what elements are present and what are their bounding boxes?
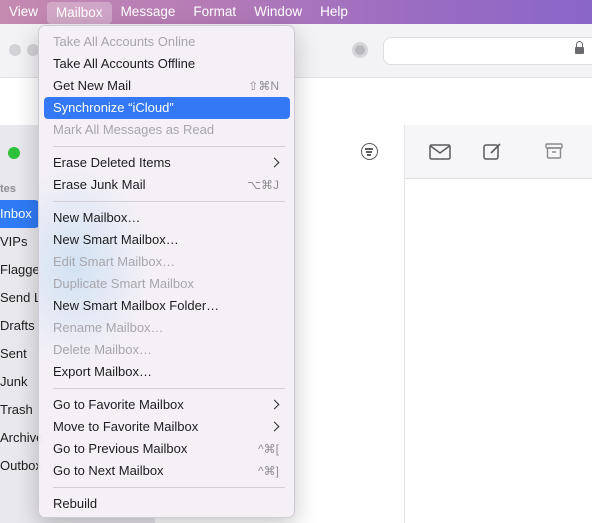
menu-message[interactable]: Message [112,0,185,24]
menu-item-rebuild[interactable]: Rebuild [44,493,290,515]
menu-item-label: New Smart Mailbox Folder… [53,298,220,313]
menu-item-new-smart-mailbox[interactable]: New Smart Mailbox… [44,229,290,251]
menu-item-get-new-mail[interactable]: Get New Mail ⇧⌘N [44,75,290,97]
menu-bar: View Mailbox Message Format Window Help [0,0,592,24]
shortcut-label: ^⌘[ [258,442,279,456]
window-zoom-button[interactable] [8,147,20,159]
address-bar[interactable] [383,37,592,65]
sidebar-item-junk[interactable]: Junk [0,368,27,396]
menu-item-export-mailbox[interactable]: Export Mailbox… [44,361,290,383]
shortcut-label: ⇧⌘N [248,79,279,93]
archive-icon[interactable] [545,143,563,159]
message-viewer [405,179,592,523]
menu-help[interactable]: Help [311,0,357,24]
menu-window[interactable]: Window [245,0,311,24]
menu-item-label: Go to Previous Mailbox [53,441,188,456]
menu-item-rename-mailbox: Rename Mailbox… [44,317,290,339]
menu-item-label: Rename Mailbox… [53,320,164,335]
menu-view[interactable]: View [0,0,47,24]
menu-item-move-to-favorite-mailbox[interactable]: Move to Favorite Mailbox [44,416,290,438]
sidebar-item-flagged[interactable]: Flagge [0,256,40,284]
sidebar-item-vips[interactable]: VIPs [0,228,27,256]
menu-item-take-all-accounts-offline[interactable]: Take All Accounts Offline [44,53,290,75]
menu-item-delete-mailbox: Delete Mailbox… [44,339,290,361]
menu-item-label: Duplicate Smart Mailbox [53,276,194,291]
menu-item-label: New Mailbox… [53,210,141,225]
menu-item-take-all-accounts-online: Take All Accounts Online [44,31,290,53]
sidebar-item-trash[interactable]: Trash [0,396,33,424]
menu-item-label: Export Mailbox… [53,364,152,379]
sidebar-item-outbox[interactable]: Outbox [0,452,42,480]
menu-item-label: Move to Favorite Mailbox [53,419,199,434]
menu-item-erase-junk-mail[interactable]: Erase Junk Mail ⌥⌘J [44,174,290,196]
menu-format[interactable]: Format [184,0,245,24]
menu-item-label: Edit Smart Mailbox… [53,254,176,269]
menu-item-new-smart-mailbox-folder[interactable]: New Smart Mailbox Folder… [44,295,290,317]
menu-item-go-to-next-mailbox[interactable]: Go to Next Mailbox ^⌘] [44,460,290,482]
menu-item-label: Erase Junk Mail [53,177,146,192]
menu-separator [53,146,285,147]
shortcut-label: ^⌘] [258,464,279,478]
menu-item-edit-smart-mailbox: Edit Smart Mailbox… [44,251,290,273]
sidebar-item-inbox[interactable]: Inbox [0,200,40,228]
window-close-button[interactable] [9,44,21,56]
menu-item-label: Go to Favorite Mailbox [53,397,184,412]
menu-item-label: Take All Accounts Offline [53,56,196,71]
menu-item-label: Get New Mail [53,78,132,93]
menu-item-go-to-favorite-mailbox[interactable]: Go to Favorite Mailbox [44,394,290,416]
chevron-right-icon [269,421,280,432]
sidebar-item-archive[interactable]: Archive [0,424,43,452]
menu-item-label: New Smart Mailbox… [53,232,179,247]
mailbox-menu: Take All Accounts Online Take All Accoun… [38,25,295,518]
sidebar-item-drafts[interactable]: Drafts [0,312,35,340]
chevron-right-icon [269,399,280,410]
menu-item-label: Take All Accounts Online [53,34,196,49]
menu-item-new-mailbox[interactable]: New Mailbox… [44,207,290,229]
menu-item-label: Mark All Messages as Read [53,122,215,137]
sidebar-section-favorites: tes [0,183,16,195]
privacy-shield-icon[interactable] [352,42,368,58]
menu-mailbox[interactable]: Mailbox [47,1,112,24]
menu-separator [53,388,285,389]
menu-item-label: Erase Deleted Items [53,155,171,170]
menu-item-label: Delete Mailbox… [53,342,152,357]
menu-item-label: Rebuild [53,496,98,511]
lock-icon [575,41,584,55]
menu-item-go-to-previous-mailbox[interactable]: Go to Previous Mailbox ^⌘[ [44,438,290,460]
sidebar-item-send-later[interactable]: Send L [0,284,41,312]
compose-icon[interactable] [483,142,503,161]
menu-separator [53,487,285,488]
menu-item-synchronize-icloud[interactable]: Synchronize “iCloud” [44,97,290,119]
menu-item-mark-all-read: Mark All Messages as Read [44,119,290,141]
menu-separator [53,201,285,202]
sidebar-item-sent[interactable]: Sent [0,340,27,368]
envelope-icon[interactable] [429,144,451,160]
menu-item-duplicate-smart-mailbox: Duplicate Smart Mailbox [44,273,290,295]
menu-item-label: Synchronize “iCloud” [53,100,174,115]
shortcut-label: ⌥⌘J [247,178,279,192]
menu-item-erase-deleted-items[interactable]: Erase Deleted Items [44,152,290,174]
filter-icon[interactable] [361,143,378,160]
chevron-right-icon [269,157,280,168]
menu-item-label: Go to Next Mailbox [53,463,164,478]
